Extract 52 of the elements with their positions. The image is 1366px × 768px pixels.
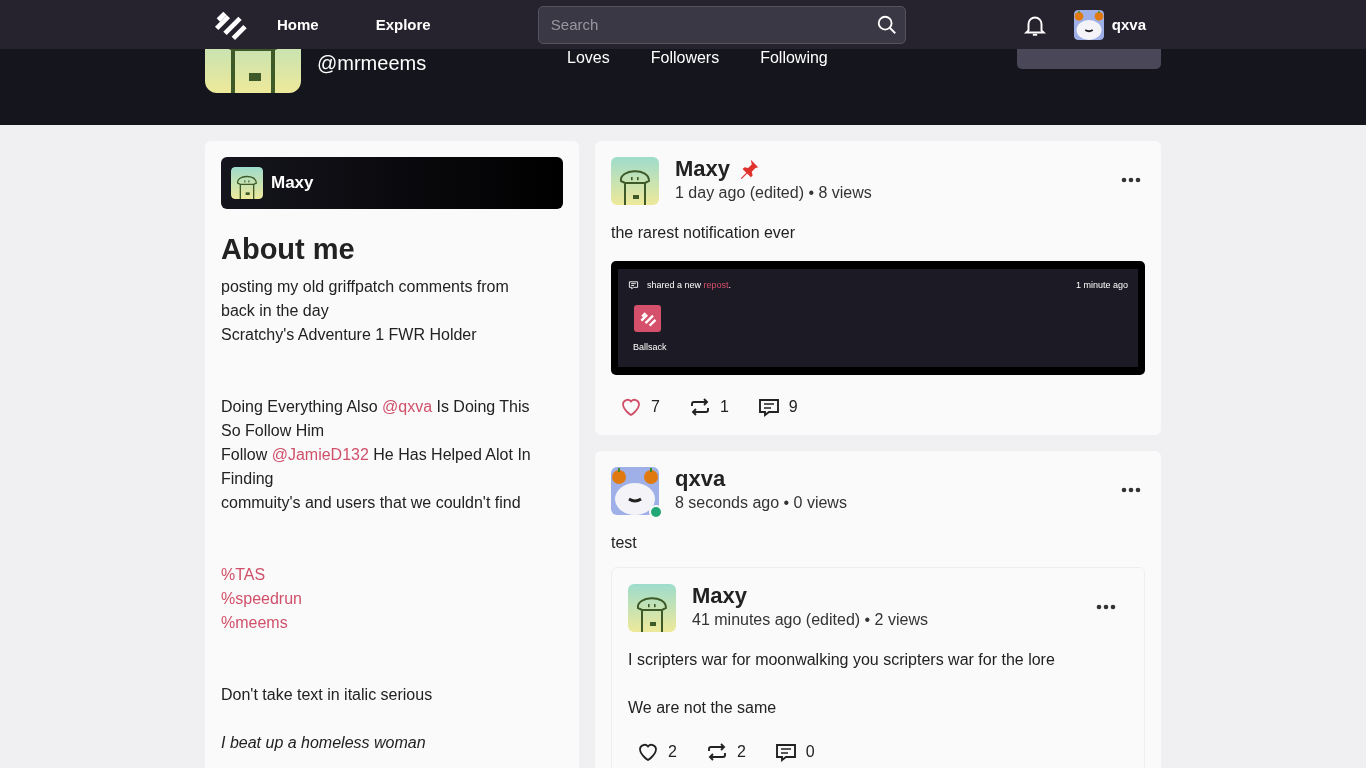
post-text: the rarest notification ever [611, 223, 797, 243]
post-text: We are not the same [628, 698, 778, 718]
author-name[interactable]: Maxy [692, 584, 748, 608]
notification-link[interactable]: repost [703, 280, 729, 290]
user-name[interactable]: Maxy [271, 171, 314, 195]
nav-link[interactable]: Home [277, 12, 319, 37]
nav-link[interactable]: Explore [375, 12, 431, 37]
post-text: I scripters war for moonwalking you scripters war for the lore [628, 650, 1056, 670]
search-icon[interactable] [875, 13, 898, 36]
bio-line: Don't take text in italic serious [221, 685, 434, 705]
comment-button[interactable]: 0 [773, 740, 815, 764]
tag-link[interactable]: %meems [221, 611, 288, 635]
stat-label[interactable]: Followers [650, 46, 720, 70]
app-icon[interactable] [634, 305, 661, 332]
bio-line: Doing Everything Also @qxva Is Doing This So Follow Him [221, 397, 531, 441]
mention-link[interactable]: @qxva [382, 398, 433, 415]
bio-line: I beat up a homeless woman [221, 733, 427, 753]
notification-text: shared a new repost. [647, 279, 732, 291]
comment-button[interactable]: 9 [756, 395, 798, 419]
avatar[interactable] [1073, 9, 1104, 40]
more-icon [1121, 176, 1141, 183]
avatar [628, 584, 676, 632]
bio-line: commuity's and users that we couldn't find [221, 493, 522, 513]
more-icon [1096, 603, 1116, 610]
search-field[interactable]: Search [537, 5, 906, 44]
app-name: Ballsack [633, 341, 667, 353]
bio-line: Scratchy's Adventure 1 FWR Holder [221, 325, 478, 345]
post-text: test [611, 533, 638, 553]
section-title: About me [221, 232, 356, 267]
mention-link[interactable]: @JamieD132 [271, 446, 369, 463]
notification-time: 1 minute ago [1075, 279, 1128, 291]
post-meta: 41 minutes ago (edited) • 2 views [692, 610, 928, 630]
profile-handle: @mrmeems [317, 51, 428, 75]
like-button[interactable]: 7 [619, 395, 660, 419]
user-name[interactable]: qxva [1111, 12, 1146, 37]
post-meta: 8 seconds ago • 0 views [675, 493, 847, 513]
comment-icon [628, 279, 639, 291]
more-icon [1121, 486, 1141, 493]
stat-label[interactable]: Loves [567, 46, 610, 70]
like-button[interactable]: 2 [636, 740, 677, 764]
avatar [231, 167, 263, 199]
repost-button[interactable]: 2 [704, 740, 746, 764]
author-name[interactable]: qxva [675, 467, 726, 491]
stat-label[interactable]: Following [760, 46, 828, 70]
author-name[interactable]: Maxy [675, 157, 731, 181]
post-meta: 1 day ago (edited) • 8 views [675, 183, 872, 203]
avatar [611, 157, 659, 205]
tag-link[interactable]: %speedrun [221, 587, 302, 611]
bio-line: posting my old griffpatch comments from back in the day [221, 277, 510, 321]
avatar [611, 467, 659, 515]
tag-link[interactable]: %TAS [221, 563, 266, 587]
repost-button[interactable]: 1 [687, 395, 729, 419]
